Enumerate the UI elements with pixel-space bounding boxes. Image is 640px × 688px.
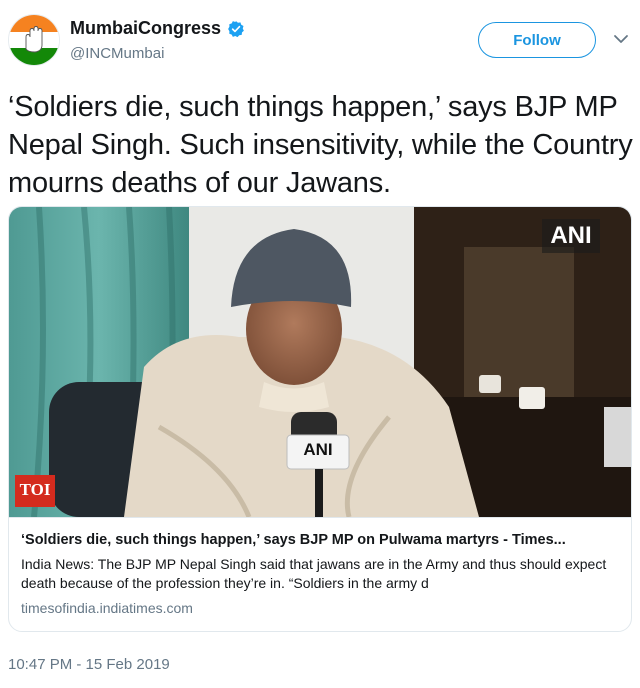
card-image[interactable]: ANI ANI TOI [9, 207, 631, 517]
card-description: India News: The BJP MP Nepal Singh said … [21, 556, 607, 591]
toi-badge: TOI [19, 480, 51, 499]
tweet-timestamp[interactable]: 10:47 PM - 15 Feb 2019 [8, 656, 170, 673]
tweet-text: ‘Soldiers die, such things happen,’ says… [8, 91, 633, 199]
follow-button[interactable]: Follow [478, 22, 596, 58]
card-title[interactable]: ‘Soldiers die, such things happen,’ says… [21, 530, 621, 550]
verified-badge-icon [228, 20, 244, 37]
display-name[interactable]: MumbaiCongress [70, 18, 221, 39]
chevron-down-icon[interactable] [612, 30, 630, 48]
ani-watermark: ANI [550, 222, 592, 249]
account-handle[interactable]: @INCMumbai [70, 45, 164, 62]
news-photo [9, 207, 631, 517]
mic-label: ANI [303, 440, 333, 459]
name-row: MumbaiCongress [70, 18, 245, 39]
tweet-header: MumbaiCongress @INCMumbai Follow [0, 0, 640, 70]
card-domain[interactable]: timesofindia.indiatimes.com [21, 598, 621, 618]
avatar[interactable] [8, 14, 60, 66]
link-card[interactable]: ANI ANI TOI ‘Soldiers die, such things h… [8, 206, 632, 632]
card-body[interactable]: ‘Soldiers die, such things happen,’ says… [9, 517, 631, 631]
congress-hand-logo-icon [9, 15, 59, 65]
